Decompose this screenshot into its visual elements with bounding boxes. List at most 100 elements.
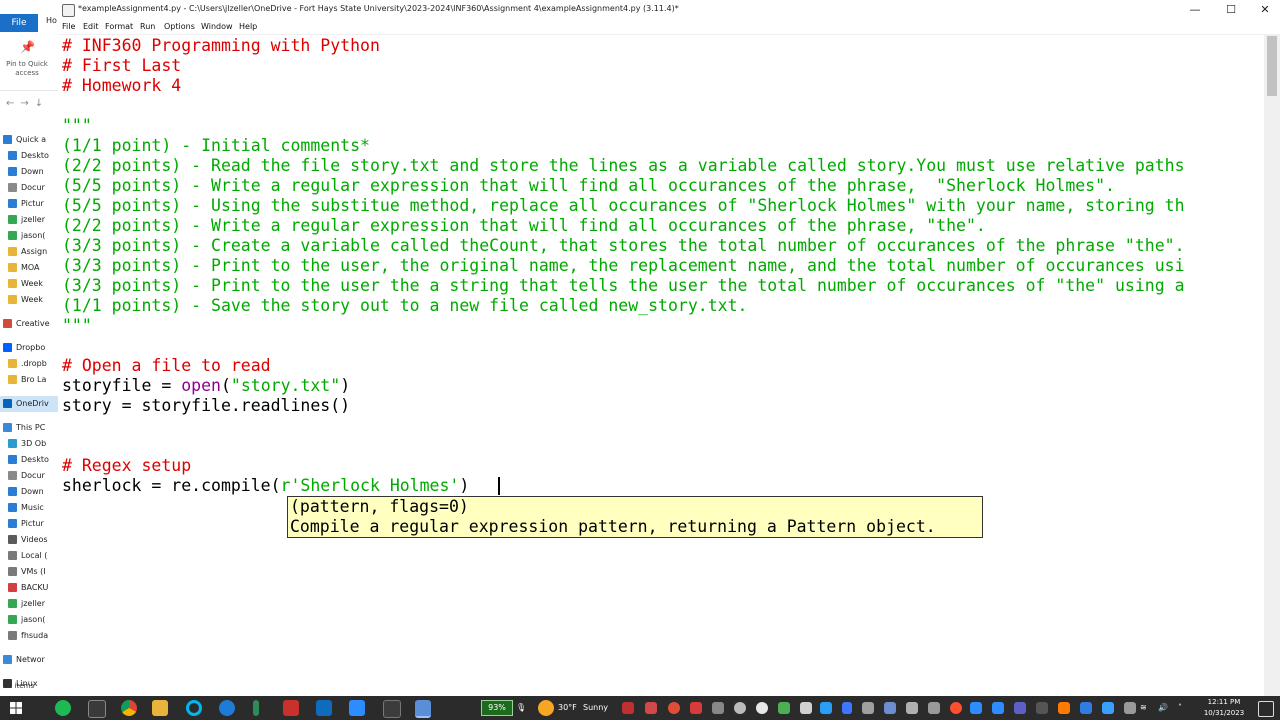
microphone-icon[interactable]: 🎙 xyxy=(516,696,526,720)
tray-icon[interactable] xyxy=(906,702,918,714)
nav-item[interactable]: 3D Ob xyxy=(0,436,58,452)
nav-item[interactable]: VMs (I xyxy=(0,564,58,580)
scrollbar-thumb[interactable] xyxy=(1267,36,1277,96)
volume-icon[interactable]: 🔊 xyxy=(1158,696,1168,720)
tray-icon[interactable] xyxy=(690,702,702,714)
zoom-tray-icon[interactable] xyxy=(970,702,982,714)
clock-date: 10/31/2023 xyxy=(1203,709,1245,717)
tray-icon[interactable] xyxy=(800,702,812,714)
menu-window[interactable]: Window xyxy=(201,22,233,31)
menu-format[interactable]: Format xyxy=(105,22,133,31)
zoom-tray-icon[interactable] xyxy=(992,702,1004,714)
nav-item[interactable]: Pictur xyxy=(0,516,58,532)
tray-icon[interactable] xyxy=(1058,702,1070,714)
tray-icon[interactable] xyxy=(884,702,896,714)
nav-item[interactable]: Down xyxy=(0,164,58,180)
nav-item[interactable]: OneDriv xyxy=(0,396,58,412)
folder-icon xyxy=(8,295,17,304)
nav-item[interactable]: Quick a xyxy=(0,132,58,148)
tray-icon[interactable] xyxy=(1102,702,1114,714)
close-button[interactable]: ✕ xyxy=(1248,0,1280,20)
nav-item[interactable]: fhsuda xyxy=(0,628,58,644)
code-editor[interactable]: # INF360 Programming with Python # First… xyxy=(62,36,1262,696)
menu-help[interactable]: Help xyxy=(239,22,257,31)
tray-icon[interactable] xyxy=(668,702,680,714)
app-icon[interactable] xyxy=(283,700,299,716)
tray-icon[interactable] xyxy=(1014,702,1026,714)
system-clock[interactable]: 12:11 PM 10/31/2023 xyxy=(1196,696,1252,721)
nav-item[interactable]: Week xyxy=(0,276,58,292)
nav-item[interactable]: Music xyxy=(0,500,58,516)
tray-icon[interactable] xyxy=(734,702,746,714)
nav-item[interactable]: Bro La xyxy=(0,372,58,388)
chrome-icon[interactable] xyxy=(121,700,137,716)
weather-temperature[interactable]: 30°F xyxy=(558,696,577,720)
battery-indicator[interactable]: 93% xyxy=(481,700,513,716)
nav-item[interactable]: Creative xyxy=(0,316,58,332)
notification-icon[interactable] xyxy=(1258,701,1274,717)
nav-item[interactable]: jzeller xyxy=(0,596,58,612)
minimize-button[interactable]: — xyxy=(1178,0,1212,20)
nav-item[interactable]: Docur xyxy=(0,468,58,484)
weather-sun-icon[interactable] xyxy=(538,700,554,716)
bluetooth-icon[interactable] xyxy=(842,702,852,714)
nav-item[interactable]: Networ xyxy=(0,652,58,668)
nav-item[interactable]: Docur xyxy=(0,180,58,196)
python-idle-active-icon[interactable] xyxy=(415,700,431,718)
nav-item[interactable]: Assign xyxy=(0,244,58,260)
nav-item[interactable]: jason( xyxy=(0,228,58,244)
nav-item[interactable]: Videos xyxy=(0,532,58,548)
tray-icon[interactable] xyxy=(928,702,940,714)
nav-item[interactable]: Local ( xyxy=(0,548,58,564)
nav-item[interactable]: Pictur xyxy=(0,196,58,212)
nav-item[interactable]: .dropb xyxy=(0,356,58,372)
menu-run[interactable]: Run xyxy=(140,22,155,31)
outlook-icon[interactable] xyxy=(316,700,332,716)
explorer-file-tab[interactable]: File xyxy=(0,14,38,32)
nav-item[interactable]: Deskto xyxy=(0,452,58,468)
nav-item[interactable]: Deskto xyxy=(0,148,58,164)
tray-icon[interactable] xyxy=(645,702,657,714)
nav-item[interactable]: MOA xyxy=(0,260,58,276)
windows-start-icon[interactable] xyxy=(10,702,22,714)
pin-to-quick-access-button[interactable]: 📌 Pin to Quick access xyxy=(0,34,58,91)
tray-icon[interactable] xyxy=(622,702,634,714)
tray-icon[interactable] xyxy=(820,702,832,714)
tray-icon[interactable] xyxy=(1124,702,1136,714)
tray-icon[interactable] xyxy=(756,702,768,714)
weather-description[interactable]: Sunny xyxy=(583,696,608,720)
nav-item[interactable]: jzeller xyxy=(0,212,58,228)
tray-icon[interactable] xyxy=(1080,702,1092,714)
wifi-icon[interactable]: ≋ xyxy=(1140,696,1147,720)
explorer-home-tab[interactable]: Ho xyxy=(46,16,57,25)
tray-icon[interactable] xyxy=(778,702,790,714)
tray-icon[interactable] xyxy=(712,702,724,714)
zoom-icon[interactable] xyxy=(349,700,365,716)
drive-icon xyxy=(8,551,17,560)
spotify-icon[interactable] xyxy=(55,700,71,716)
task-view-icon[interactable] xyxy=(88,700,106,718)
nav-item[interactable]: BACKU xyxy=(0,580,58,596)
nav-item[interactable]: Dropbo xyxy=(0,340,58,356)
menu-edit[interactable]: Edit xyxy=(83,22,99,31)
tray-icon[interactable] xyxy=(950,702,962,714)
creative-cloud-icon xyxy=(3,319,12,328)
cortana-icon[interactable] xyxy=(186,700,202,716)
maximize-button[interactable]: ☐ xyxy=(1214,0,1248,20)
chevron-up-icon[interactable]: ˄ xyxy=(1178,696,1182,720)
nav-arrows[interactable]: ←→↓ xyxy=(6,98,49,109)
file-explorer-icon[interactable] xyxy=(152,700,168,716)
menu-options[interactable]: Options xyxy=(164,22,195,31)
tray-icon[interactable] xyxy=(862,702,874,714)
tray-icon[interactable] xyxy=(1036,702,1048,714)
edge-icon[interactable] xyxy=(219,700,235,716)
app-icon[interactable] xyxy=(253,700,259,716)
idle-app-icon[interactable] xyxy=(383,700,401,718)
nav-item[interactable]: Week xyxy=(0,292,58,308)
title-bar[interactable]: *exampleAssignment4.py - C:\Users\jlzell… xyxy=(58,0,1280,20)
vertical-scrollbar[interactable] xyxy=(1264,34,1280,696)
menu-file[interactable]: File xyxy=(62,22,75,31)
nav-item[interactable]: This PC xyxy=(0,420,58,436)
nav-item[interactable]: jason( xyxy=(0,612,58,628)
nav-item[interactable]: Down xyxy=(0,484,58,500)
